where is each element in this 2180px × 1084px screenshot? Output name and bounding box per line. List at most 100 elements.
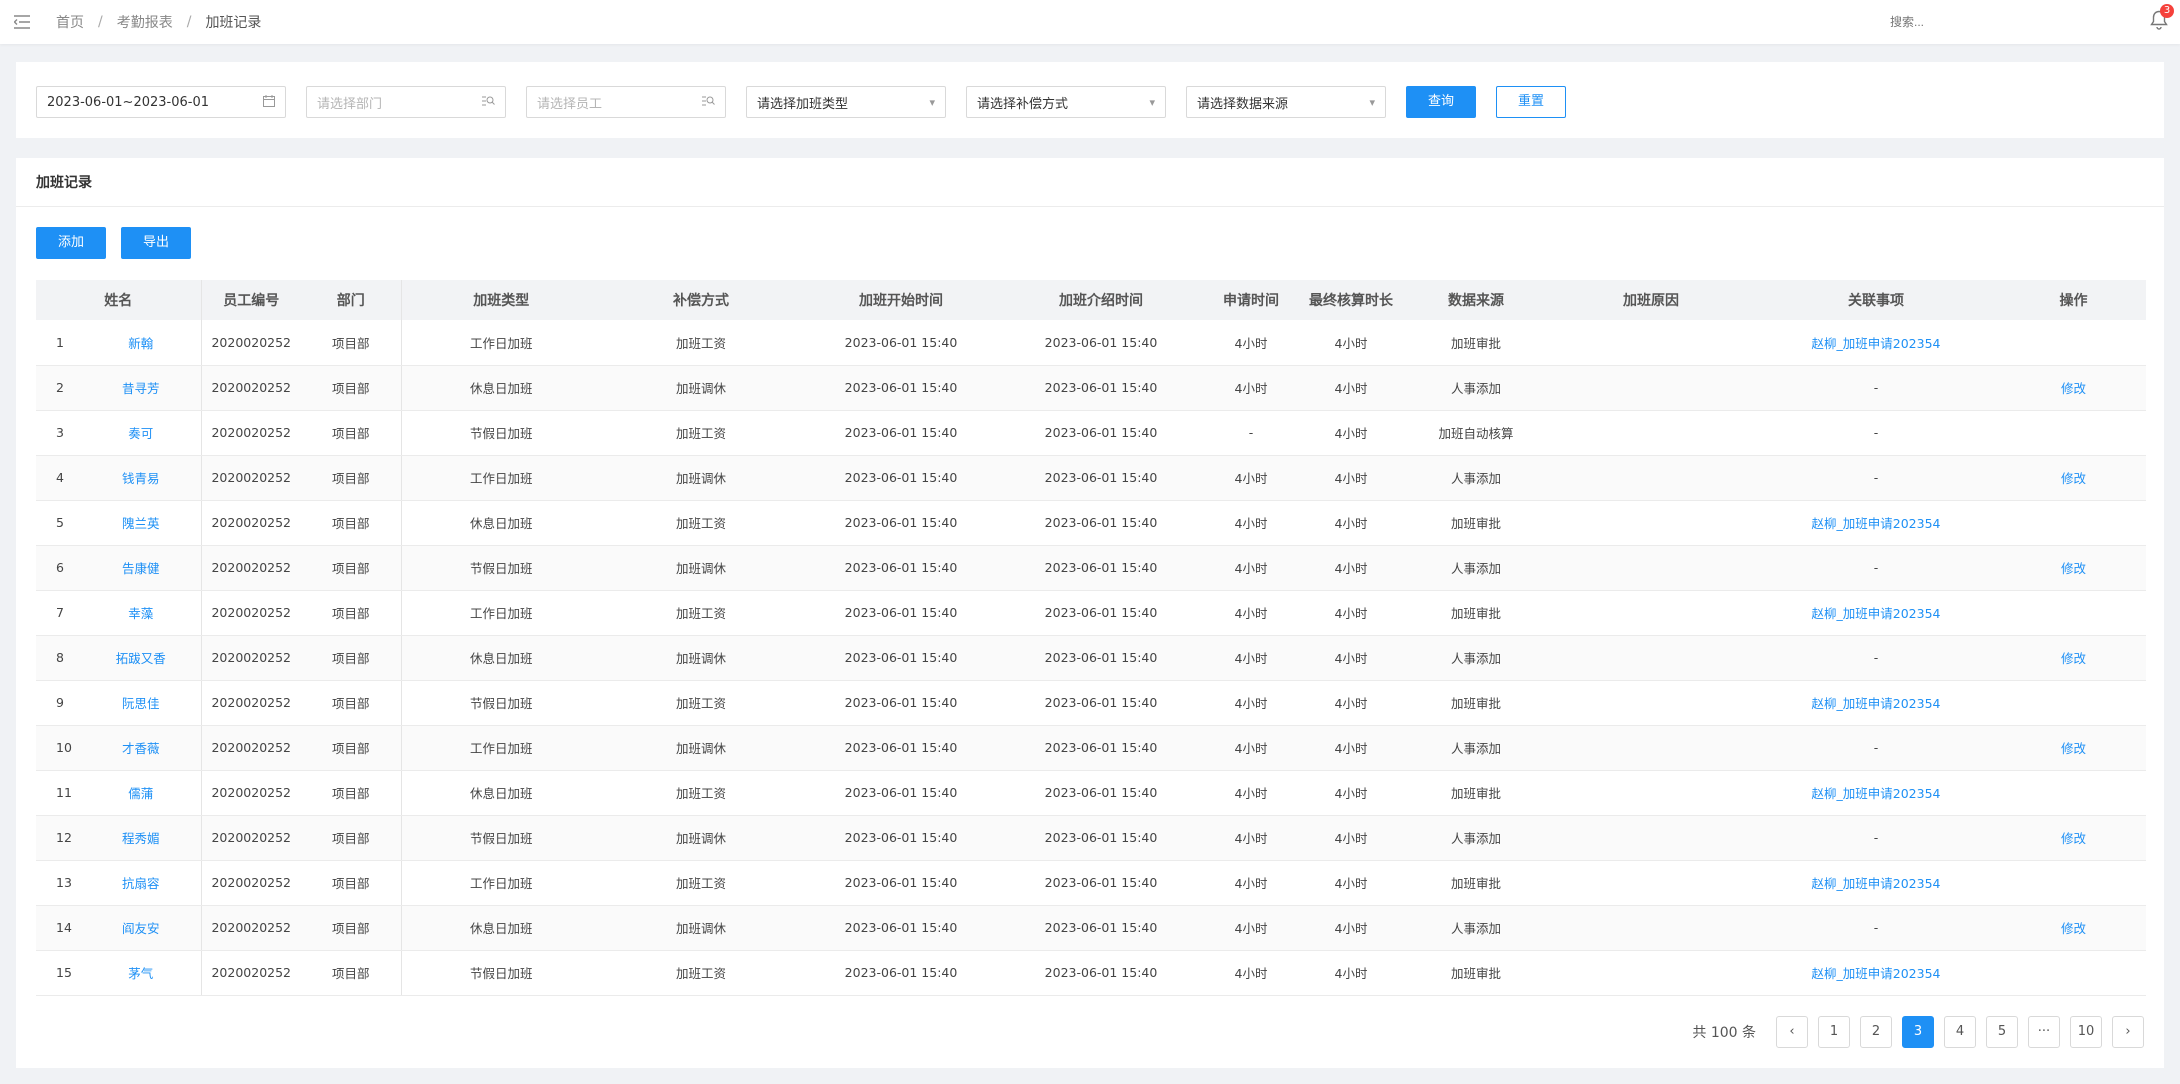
employee-name-link[interactable]: 新翰 bbox=[81, 320, 202, 366]
divider bbox=[16, 206, 2164, 207]
data-source-select[interactable]: 请选择数据来源 ▾ bbox=[1186, 86, 1386, 118]
department: 项目部 bbox=[301, 635, 402, 681]
edit-link[interactable]: 修改 bbox=[2001, 635, 2146, 681]
data-source: 加班审批 bbox=[1401, 950, 1551, 996]
reset-button[interactable]: 重置 bbox=[1496, 86, 1566, 118]
overtime-end-time: 2023-06-01 15:40 bbox=[1001, 455, 1201, 501]
employee-id: 2020020252 bbox=[201, 725, 301, 771]
employee-id: 2020020252 bbox=[201, 320, 301, 366]
breadcrumb-home[interactable]: 首页 bbox=[56, 12, 84, 32]
employee-id: 2020020252 bbox=[201, 365, 301, 411]
edit-link[interactable]: 修改 bbox=[2001, 725, 2146, 771]
pagination-page-4[interactable]: 4 bbox=[1944, 1016, 1976, 1048]
pagination-page-1[interactable]: 1 bbox=[1818, 1016, 1850, 1048]
menu-fold-icon[interactable] bbox=[12, 12, 32, 32]
pagination-ellipsis[interactable]: ··· bbox=[2028, 1016, 2060, 1048]
global-search-input[interactable] bbox=[1890, 12, 2020, 32]
department: 项目部 bbox=[301, 500, 402, 546]
tree-select-icon bbox=[701, 95, 715, 110]
table-row: 12 程秀媚 2020020252 项目部 节假日加班 加班调休 2023-06-01 15… bbox=[36, 815, 2146, 861]
employee-name-link[interactable]: 抗扇容 bbox=[81, 860, 202, 906]
edit-link[interactable]: 修改 bbox=[2001, 815, 2146, 861]
employee-name-link[interactable]: 幸藻 bbox=[81, 590, 202, 636]
overtime-start-time: 2023-06-01 15:40 bbox=[801, 320, 1001, 366]
employee-name-link[interactable]: 钱青易 bbox=[81, 455, 202, 501]
employee-name-link[interactable]: 儒蒲 bbox=[81, 770, 202, 816]
compensation-method: 加班工资 bbox=[601, 680, 801, 726]
pagination-page-5[interactable]: 5 bbox=[1986, 1016, 2018, 1048]
final-duration: 4小时 bbox=[1301, 815, 1401, 861]
employee-id: 2020020252 bbox=[201, 680, 301, 726]
department: 项目部 bbox=[301, 680, 402, 726]
date-range-picker[interactable]: 2023-06-01~2023-06-01 bbox=[36, 86, 286, 118]
department: 项目部 bbox=[301, 365, 402, 411]
pagination-next-button[interactable]: › bbox=[2112, 1016, 2144, 1048]
department: 项目部 bbox=[301, 725, 402, 771]
overtime-type-select[interactable]: 请选择加班类型 ▾ bbox=[746, 86, 946, 118]
related-item[interactable]: 赵柳_加班申请202354 bbox=[1751, 500, 2001, 546]
apply-duration: 4小时 bbox=[1201, 635, 1301, 681]
card-title: 加班记录 bbox=[36, 175, 92, 191]
employee-select[interactable]: 请选择员工 bbox=[526, 86, 726, 118]
compensation-method: 加班工资 bbox=[601, 320, 801, 366]
final-duration: 4小时 bbox=[1301, 770, 1401, 816]
employee-name-link[interactable]: 阎友安 bbox=[81, 905, 202, 951]
add-button[interactable]: 添加 bbox=[36, 227, 106, 259]
pagination-prev-button[interactable]: ‹ bbox=[1776, 1016, 1808, 1048]
employee-name-link[interactable]: 阮思佳 bbox=[81, 680, 202, 726]
data-source: 加班审批 bbox=[1401, 320, 1551, 366]
edit-link[interactable]: 修改 bbox=[2001, 455, 2146, 501]
breadcrumb-attendance-report[interactable]: 考勤报表 bbox=[117, 12, 173, 32]
related-item[interactable]: 赵柳_加班申请202354 bbox=[1751, 590, 2001, 636]
employee-name-link[interactable]: 茅气 bbox=[81, 950, 202, 996]
edit-link bbox=[2001, 860, 2146, 906]
final-duration: 4小时 bbox=[1301, 590, 1401, 636]
pagination-page-3-current[interactable]: 3 bbox=[1902, 1016, 1934, 1048]
employee-name-link[interactable]: 昔寻芳 bbox=[81, 365, 202, 411]
employee-name-link[interactable]: 隗兰英 bbox=[81, 500, 202, 546]
related-item[interactable]: 赵柳_加班申请202354 bbox=[1751, 860, 2001, 906]
employee-id: 2020020252 bbox=[201, 950, 301, 996]
related-item[interactable]: 赵柳_加班申请202354 bbox=[1751, 950, 2001, 996]
table-row: 11 儒蒲 2020020252 项目部 休息日加班 加班工资 2023-06-01 15:… bbox=[36, 770, 2146, 816]
compensation-method: 加班调休 bbox=[601, 635, 801, 681]
edit-link[interactable]: 修改 bbox=[2001, 545, 2146, 591]
pagination-page-2[interactable]: 2 bbox=[1860, 1016, 1892, 1048]
edit-link[interactable]: 修改 bbox=[2001, 905, 2146, 951]
edit-link[interactable]: 修改 bbox=[2001, 365, 2146, 411]
department-select[interactable]: 请选择部门 bbox=[306, 86, 506, 118]
export-button[interactable]: 导出 bbox=[121, 227, 191, 259]
overtime-type: 工作日加班 bbox=[401, 455, 601, 501]
row-number: 6 bbox=[36, 545, 81, 591]
compensation-method: 加班工资 bbox=[601, 410, 801, 456]
related-item[interactable]: 赵柳_加班申请202354 bbox=[1751, 320, 2001, 366]
employee-name-link[interactable]: 奏可 bbox=[81, 410, 202, 456]
overtime-reason bbox=[1551, 545, 1751, 591]
related-item[interactable]: 赵柳_加班申请202354 bbox=[1751, 680, 2001, 726]
overtime-type: 节假日加班 bbox=[401, 815, 601, 861]
chevron-left-icon: ‹ bbox=[1789, 1024, 1795, 1039]
apply-duration: 4小时 bbox=[1201, 770, 1301, 816]
pagination-page-10[interactable]: 10 bbox=[2070, 1016, 2102, 1048]
query-button[interactable]: 查询 bbox=[1406, 86, 1476, 118]
overtime-type: 工作日加班 bbox=[401, 725, 601, 771]
row-number: 11 bbox=[36, 770, 81, 816]
related-item: - bbox=[1751, 455, 2001, 501]
col-header-start-time: 加班开始时间 bbox=[801, 280, 1001, 320]
compensation-method: 加班工资 bbox=[601, 860, 801, 906]
employee-name-link[interactable]: 程秀媚 bbox=[81, 815, 202, 861]
employee-name-link[interactable]: 拓跋又香 bbox=[81, 635, 202, 681]
employee-name-link[interactable]: 告康健 bbox=[81, 545, 202, 591]
compensation-method: 加班工资 bbox=[601, 500, 801, 546]
related-item[interactable]: 赵柳_加班申请202354 bbox=[1751, 770, 2001, 816]
overtime-type: 休息日加班 bbox=[401, 635, 601, 681]
overtime-type: 工作日加班 bbox=[401, 590, 601, 636]
overtime-type: 休息日加班 bbox=[401, 770, 601, 816]
employee-name-link[interactable]: 才香薇 bbox=[81, 725, 202, 771]
overtime-start-time: 2023-06-01 15:40 bbox=[801, 770, 1001, 816]
apply-duration: 4小时 bbox=[1201, 860, 1301, 906]
col-header-end-time: 加班介绍时间 bbox=[1001, 280, 1201, 320]
compensation-select[interactable]: 请选择补偿方式 ▾ bbox=[966, 86, 1166, 118]
notification-bell-icon[interactable]: 3 bbox=[2150, 4, 2174, 32]
compensation-method: 加班调休 bbox=[601, 905, 801, 951]
